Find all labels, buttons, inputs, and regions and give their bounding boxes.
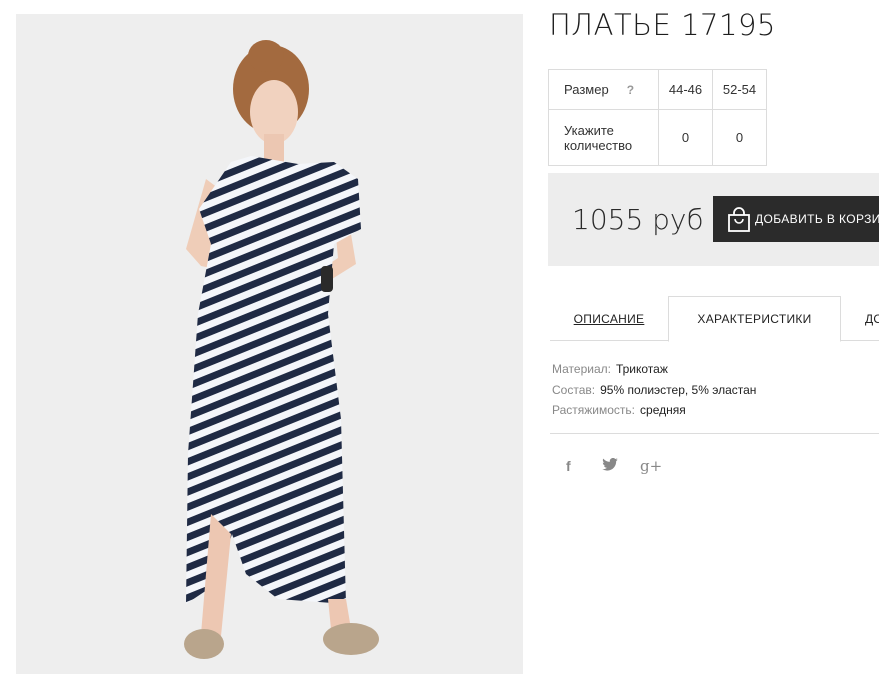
- tab-description[interactable]: ОПИСАНИЕ: [550, 296, 668, 341]
- product-tabs: ОПИСАНИЕ ХАРАКТЕРИСТИКИ ДОСТАВКА: [550, 296, 879, 342]
- add-to-cart-label: ДОБАВИТЬ В КОРЗИНУ: [755, 212, 879, 226]
- characteristic-key: Состав:: [552, 382, 596, 397]
- size-quantity-table: Размер? 44-46 52-54 Укажите количество 0…: [548, 69, 767, 166]
- characteristic-row: Растяжимость: средняя: [552, 400, 756, 421]
- product-title: ПЛАТЬЕ 17195: [549, 8, 776, 42]
- twitter-icon[interactable]: [602, 457, 640, 474]
- facebook-icon[interactable]: f: [566, 458, 602, 474]
- characteristic-key: Растяжимость:: [552, 403, 636, 417]
- price: 1055 руб: [572, 203, 704, 236]
- price-box: 1055 руб ДОБАВИТЬ В КОРЗИНУ: [548, 173, 879, 266]
- quantity-input[interactable]: 0: [712, 109, 767, 166]
- characteristics-list: Материал: Трикотаж Состав: 95% полиэстер, …: [552, 359, 756, 421]
- characteristic-value: средняя: [640, 403, 686, 417]
- characteristic-key: Материал:: [552, 362, 611, 376]
- shopping-bag-icon: [728, 207, 750, 232]
- tab-characteristics[interactable]: ХАРАКТЕРИСТИКИ: [668, 296, 841, 342]
- size-label: Размер: [564, 82, 609, 97]
- add-to-cart-button[interactable]: ДОБАВИТЬ В КОРЗИНУ: [713, 196, 879, 242]
- characteristic-row: Материал: Трикотаж: [552, 359, 756, 380]
- size-help-icon[interactable]: ?: [627, 83, 634, 97]
- characteristic-row: Состав: 95% полиэстер, 5% эластан: [552, 380, 756, 401]
- social-share: f g+: [566, 457, 662, 475]
- size-row: Размер? 44-46 52-54: [548, 69, 767, 110]
- size-option: 52-54: [712, 69, 767, 110]
- characteristic-value: Трикотаж: [615, 362, 668, 376]
- google-plus-icon[interactable]: g+: [640, 457, 662, 475]
- twitter-bird-icon: [602, 457, 618, 471]
- size-label-cell: Размер?: [548, 69, 659, 110]
- quantity-input[interactable]: 0: [658, 109, 713, 166]
- size-option: 44-46: [658, 69, 713, 110]
- divider: [550, 433, 879, 434]
- product-photo[interactable]: [16, 14, 523, 674]
- characteristic-value: 95% полиэстер, 5% эластан: [600, 382, 757, 397]
- quantity-row: Укажите количество 0 0: [548, 109, 767, 166]
- model-in-striped-dress-image: [184, 40, 379, 659]
- quantity-label: Укажите количество: [548, 109, 659, 166]
- tab-delivery[interactable]: ДОСТАВКА: [841, 296, 879, 341]
